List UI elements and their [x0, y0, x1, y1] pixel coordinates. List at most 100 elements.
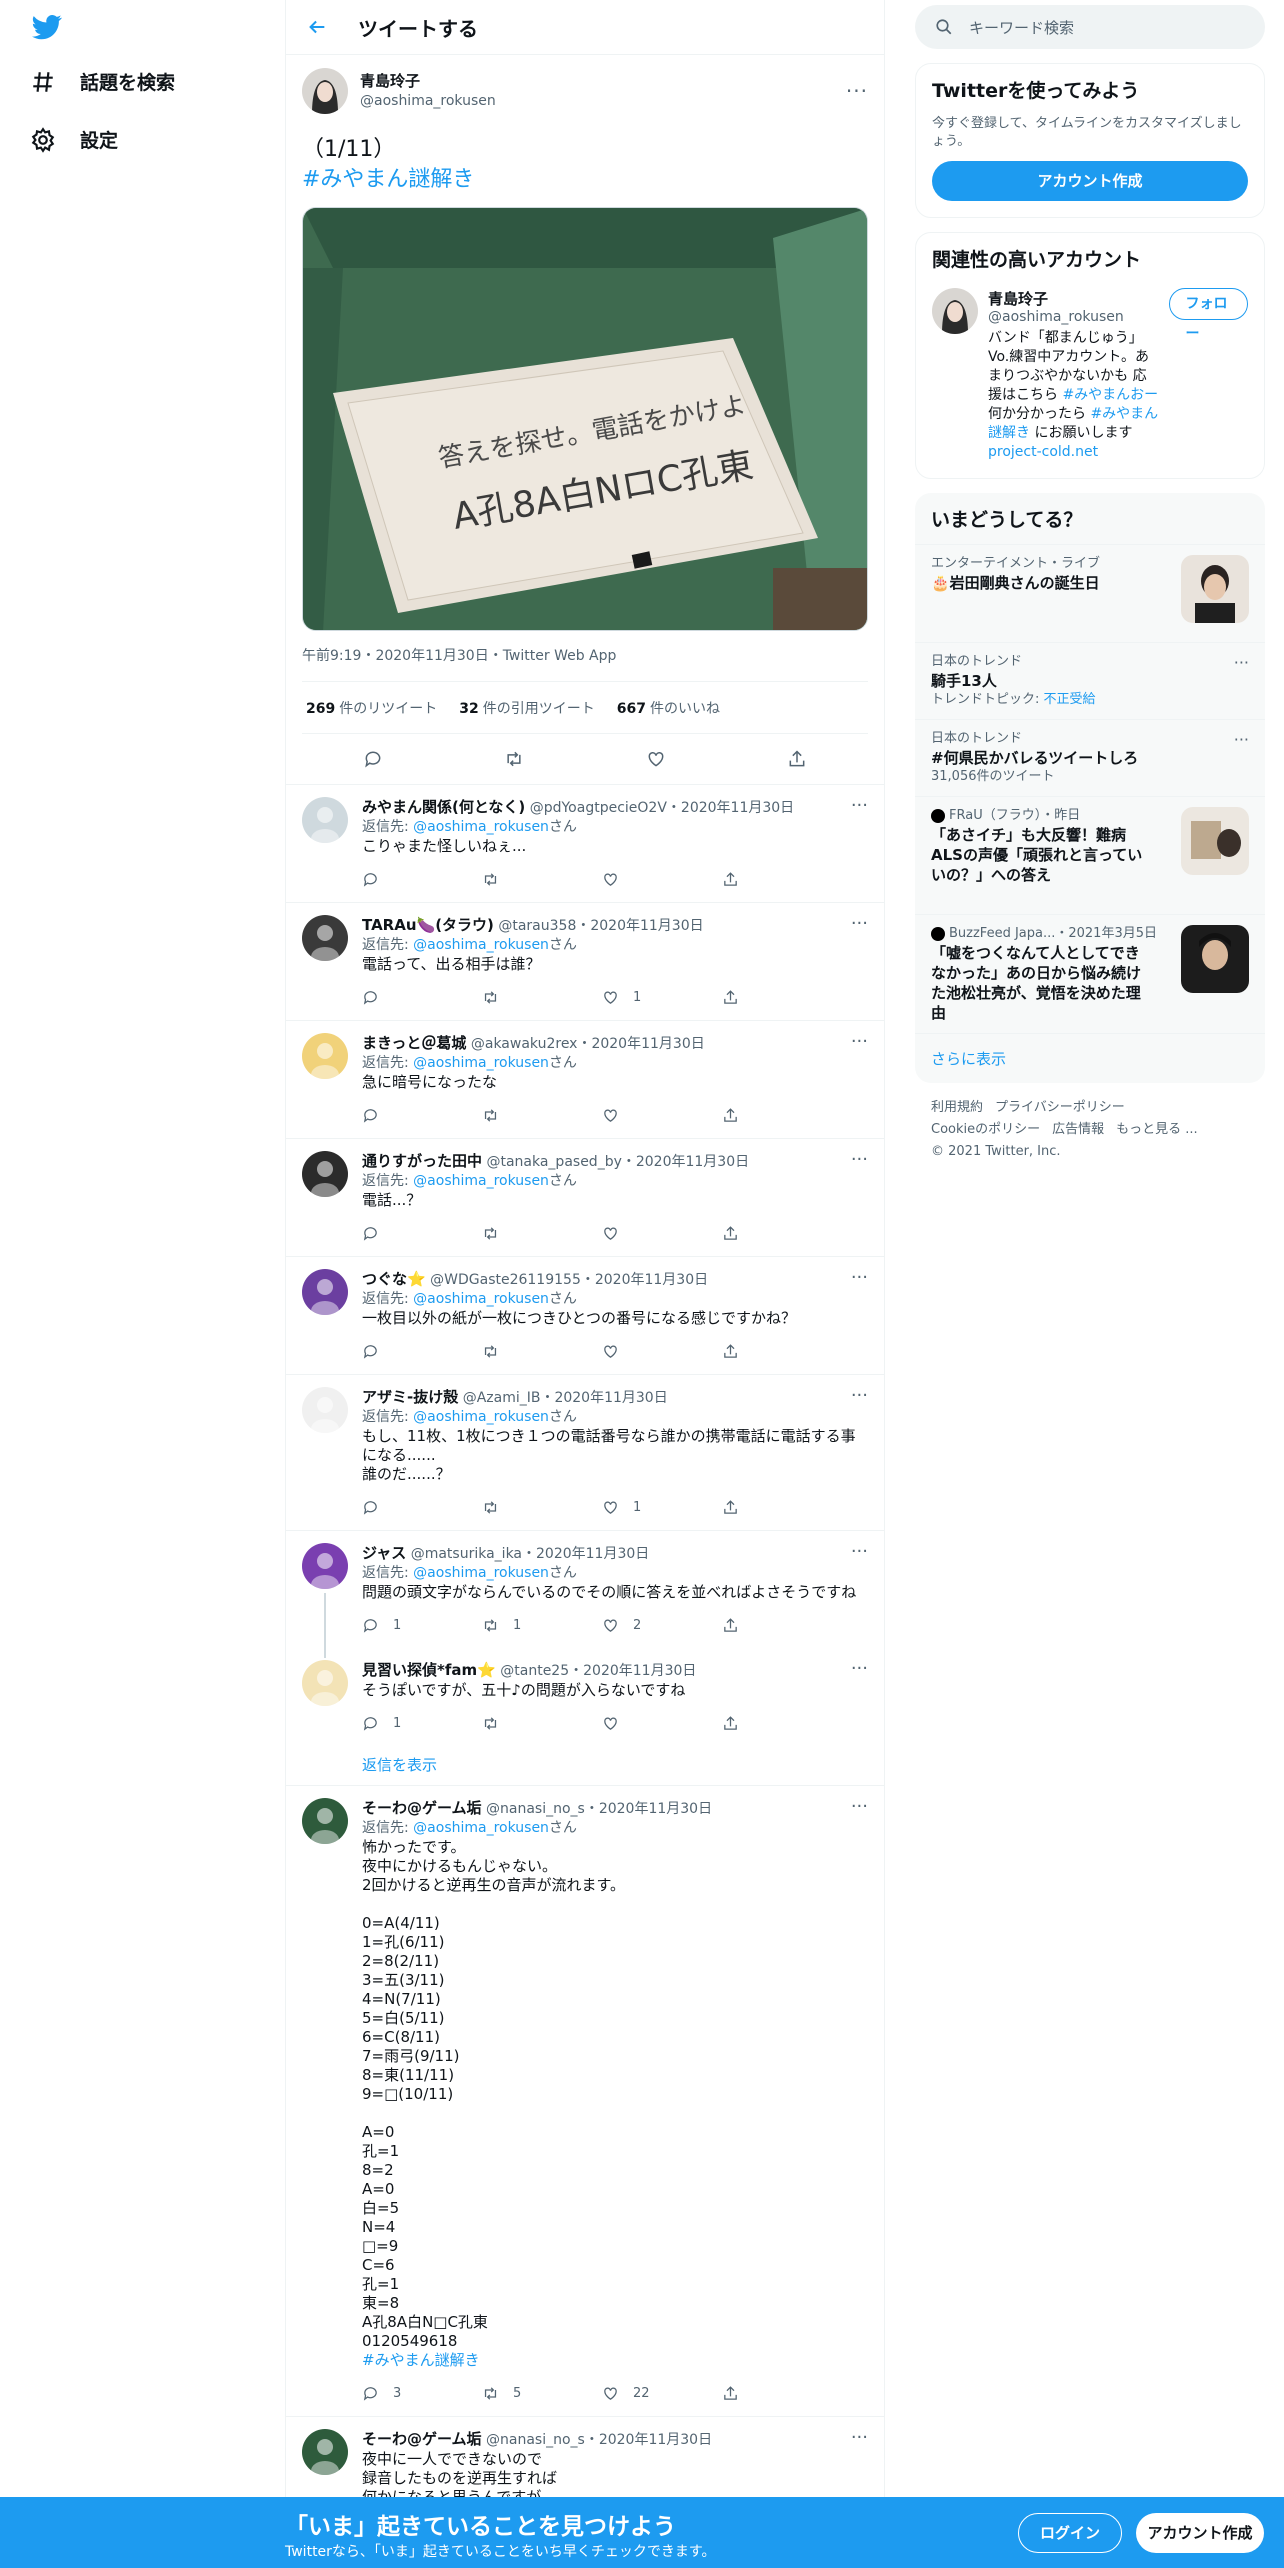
footer-link[interactable]: Cookieのポリシー [931, 1122, 1040, 1137]
search-box[interactable]: キーワード検索 [915, 5, 1265, 49]
reply-action[interactable]: 1 [362, 1715, 482, 1732]
reply-action[interactable] [362, 1225, 482, 1242]
avatar[interactable] [302, 1387, 348, 1433]
more-options-icon[interactable]: ··· [851, 1031, 868, 1052]
trend-item[interactable]: ··· 日本のトレンド 騎手13人 トレンドトピック: 不正受給 [915, 642, 1265, 719]
like-action[interactable]: 1 [602, 989, 722, 1006]
more-options-icon[interactable]: ··· [1234, 653, 1249, 672]
share-action[interactable] [722, 2385, 842, 2402]
reply-author-name[interactable]: みやまん関係(何となく) [362, 798, 525, 816]
more-options-icon[interactable]: ··· [851, 1658, 868, 1679]
bio-hashtag[interactable]: #みやまんおー [1062, 387, 1158, 403]
reply-author-name[interactable]: そーわ@ゲーム垢 [362, 1799, 482, 1817]
create-account-button[interactable]: アカウント作成 [932, 161, 1248, 201]
like-action[interactable] [602, 1107, 722, 1124]
twitter-logo-icon[interactable] [30, 12, 64, 42]
avatar[interactable] [302, 1151, 348, 1197]
avatar[interactable] [302, 797, 348, 843]
tweet-photo[interactable]: 答えを探せ。電話をかけよ A孔8A白NロC孔東 [302, 207, 868, 631]
reply-to-handle[interactable]: @aoshima_rokusen [413, 1565, 549, 1581]
avatar[interactable] [302, 68, 348, 114]
author-handle[interactable]: @aoshima_rokusen [360, 91, 496, 111]
retweet-action[interactable] [482, 871, 602, 888]
reply-author-name[interactable]: 見習い探偵*fam⭐ [362, 1661, 496, 1679]
reply-hashtag[interactable]: #みやまん謎解き [362, 2351, 868, 2370]
avatar[interactable] [302, 1798, 348, 1844]
show-more-link[interactable]: さらに表示 [915, 1033, 1265, 1083]
follow-button[interactable]: フォロー [1168, 288, 1248, 342]
more-options-icon[interactable]: ··· [851, 913, 868, 934]
reply-to-handle[interactable]: @aoshima_rokusen [413, 1409, 549, 1425]
like-action[interactable] [602, 1225, 722, 1242]
reply-author-name[interactable]: まきっと＠葛城 [362, 1034, 466, 1052]
reply-action[interactable]: 1 [362, 1617, 482, 1634]
more-options-icon[interactable]: ··· [1234, 730, 1249, 749]
reply-tweet[interactable]: ··· ジャス @matsurika_ika・2020年11月30日 返信先: @a… [286, 1531, 884, 1648]
more-options-icon[interactable]: ··· [851, 795, 868, 816]
bio-link[interactable]: project-cold.net [988, 444, 1098, 460]
reply-action[interactable] [362, 989, 482, 1006]
likes-stat[interactable]: 667 件のいいね [617, 698, 720, 718]
reply-tweet[interactable]: ··· 見習い探偵*fam⭐ @tante25・2020年11月30日 そうぽいです… [286, 1648, 884, 1786]
nav-explore[interactable]: 話題を検索 [30, 68, 175, 95]
retweet-action[interactable] [482, 1715, 602, 1732]
like-action[interactable]: 22 [602, 2385, 722, 2402]
reply-tweet[interactable]: ··· TARAu🍆(タラウ) @tarau358・2020年11月30日 返信先:… [286, 903, 884, 1021]
avatar[interactable] [302, 1543, 348, 1589]
footer-link[interactable]: もっと見る ... [1116, 1122, 1198, 1137]
share-action[interactable] [722, 871, 842, 888]
avatar[interactable] [302, 1269, 348, 1315]
retweets-stat[interactable]: 269 件のリツイート [306, 698, 437, 718]
like-action[interactable]: 2 [602, 1617, 722, 1634]
avatar[interactable] [302, 1660, 348, 1706]
footer-link[interactable]: プライバシーポリシー [995, 1100, 1125, 1115]
retweet-action[interactable] [482, 1225, 602, 1242]
retweet-action[interactable] [482, 1499, 602, 1516]
more-options-icon[interactable]: ··· [846, 79, 868, 103]
share-action[interactable] [722, 1107, 842, 1124]
nav-settings[interactable]: 設定 [30, 126, 118, 153]
more-options-icon[interactable]: ··· [851, 1541, 868, 1562]
trend-item[interactable]: ··· 日本のトレンド #何県民かバレるツイートしろ 31,056件のツイート [915, 719, 1265, 796]
reply-to-handle[interactable]: @aoshima_rokusen [413, 1291, 549, 1307]
reply-action[interactable] [362, 871, 482, 888]
reply-action[interactable] [362, 1343, 482, 1360]
reply-to-handle[interactable]: @aoshima_rokusen [413, 819, 549, 835]
like-action[interactable] [602, 1343, 722, 1360]
retweet-action[interactable] [482, 989, 602, 1006]
share-action[interactable] [722, 1225, 842, 1242]
reply-to-handle[interactable]: @aoshima_rokusen [413, 1173, 549, 1189]
reply-tweet[interactable]: ··· アザミ-抜け殻 @Azami_IB・2020年11月30日 返信先: @ao… [286, 1375, 884, 1531]
tweet-hashtag[interactable]: #みやまん謎解き [302, 165, 868, 195]
reply-action[interactable]: 3 [362, 2385, 482, 2402]
signup-button[interactable]: アカウント作成 [1136, 2513, 1264, 2553]
reply-to-handle[interactable]: @aoshima_rokusen [413, 1055, 549, 1071]
reply-author-name[interactable]: ジャス [362, 1544, 406, 1562]
trend-item[interactable]: FRaU（フラウ）・昨日 「あさイチ」も大反響！難病ALSの声優「頑張れと言って… [915, 796, 1265, 914]
avatar[interactable] [302, 1033, 348, 1079]
author-name[interactable]: 青島玲子 [360, 71, 496, 91]
share-action[interactable] [722, 1617, 842, 1634]
reply-author-name[interactable]: TARAu🍆(タラウ) [362, 916, 494, 934]
more-options-icon[interactable]: ··· [851, 1385, 868, 1406]
account-item[interactable]: 青島玲子 @aoshima_rokusen バンド「都まんじゅう」Vo.練習中ア… [916, 284, 1264, 478]
avatar[interactable] [302, 2429, 348, 2475]
reply-author-name[interactable]: アザミ-抜け殻 [362, 1388, 458, 1406]
reply-tweet[interactable]: ··· つぐな⭐ @WDGaste26119155・2020年11月30日 返信先:… [286, 1257, 884, 1375]
back-arrow-icon[interactable] [306, 16, 328, 38]
like-icon[interactable] [646, 749, 666, 769]
avatar[interactable] [932, 288, 978, 334]
retweet-action[interactable]: 1 [482, 1617, 602, 1634]
trend-item[interactable]: エンターテイメント・ライブ 🎂岩田剛典さんの誕生日 [915, 544, 1265, 642]
reply-action[interactable] [362, 1499, 482, 1516]
avatar[interactable] [302, 915, 348, 961]
more-options-icon[interactable]: ··· [851, 1149, 868, 1170]
retweet-icon[interactable] [504, 749, 524, 769]
reply-tweet[interactable]: ··· まきっと＠葛城 @akawaku2rex・2020年11月30日 返信先: … [286, 1021, 884, 1139]
reply-tweet[interactable]: ··· 通りすがった田中 @tanaka_pased_by・2020年11月30日… [286, 1139, 884, 1257]
reply-tweet[interactable]: ··· そーわ@ゲーム垢 @nanasi_no_s・2020年11月30日 返信先:… [286, 1786, 884, 2417]
retweet-action[interactable] [482, 1343, 602, 1360]
like-action[interactable] [602, 871, 722, 888]
footer-link[interactable]: 利用規約 [931, 1100, 983, 1115]
footer-link[interactable]: 広告情報 [1052, 1122, 1104, 1137]
